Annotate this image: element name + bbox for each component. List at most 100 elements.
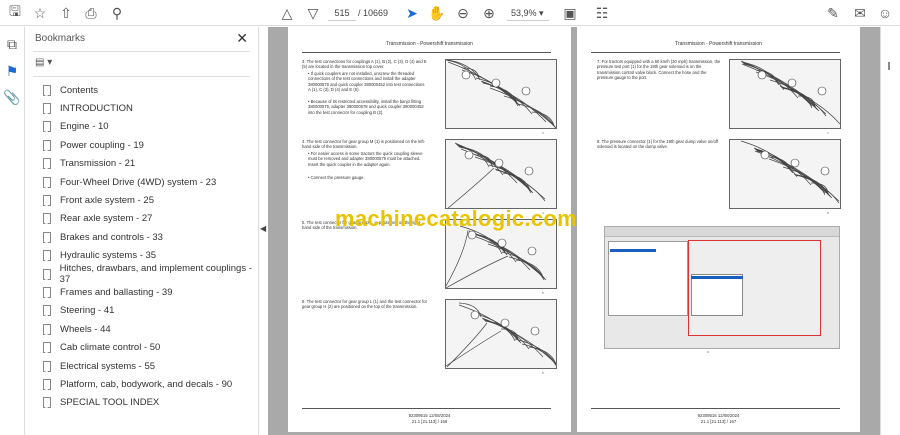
- account-icon[interactable]: ☺: [876, 4, 894, 22]
- navigation-icon-strip: ⧉ ⚑ 📎: [0, 27, 25, 435]
- bookmark-item[interactable]: Engine - 10: [43, 118, 254, 136]
- bookmark-label: Cab climate control - 50: [60, 342, 161, 354]
- fill-sign-icon[interactable]: ✎: [824, 4, 842, 22]
- figure-number: 4: [542, 211, 544, 215]
- line-art: [446, 60, 556, 128]
- bookmark-item[interactable]: Platform, cab, bodywork, and decals - 90: [43, 375, 254, 393]
- figure-number: 7: [827, 131, 829, 135]
- bookmark-list: Contents INTRODUCTION Engine - 10 Power cou…: [43, 81, 254, 412]
- zoom-in-button[interactable]: ⊕: [480, 4, 498, 22]
- bookmark-icon: [43, 305, 51, 317]
- line-art: [740, 140, 840, 204]
- bookmark-icon: [43, 158, 51, 170]
- step-8: 8. The pressure connector (1) for the 19…: [597, 139, 719, 150]
- next-page-button[interactable]: ▽: [304, 4, 322, 22]
- upload-cloud-icon[interactable]: ⇧: [57, 4, 75, 22]
- page-fit-icon[interactable]: ▣: [561, 4, 579, 22]
- zoom-out-button[interactable]: ⊖: [454, 4, 472, 22]
- bookmark-label: INTRODUCTION: [60, 103, 133, 115]
- bookmark-item[interactable]: INTRODUCTION: [43, 99, 254, 117]
- zoom-level-select[interactable]: 53,9% ▾: [507, 5, 549, 21]
- bookmark-label: Contents: [60, 84, 99, 96]
- bookmark-item[interactable]: Electrical systems - 55: [43, 357, 254, 375]
- step-3-bullet-1: • If quick couplers are not installed, u…: [308, 71, 425, 93]
- bookmark-label: Rear axle system - 27: [60, 213, 153, 225]
- bookmark-item[interactable]: Contents: [43, 81, 254, 99]
- bookmark-label: Wheels - 44: [60, 323, 111, 335]
- close-icon[interactable]: ✕: [236, 30, 248, 47]
- line-art: [446, 225, 547, 288]
- bookmark-item[interactable]: Hitches, drawbars, and implement couplin…: [43, 263, 254, 286]
- page-thumbnails-icon[interactable]: ⧉: [3, 35, 21, 53]
- bookmark-icon: [43, 378, 51, 390]
- zoom-value: 53,9%: [511, 8, 537, 18]
- scroll-thumb[interactable]: [888, 62, 890, 70]
- bookmark-options-button[interactable]: ▤ ▾: [35, 57, 52, 68]
- bookmark-label: Transmission - 21: [60, 158, 136, 170]
- print-icon[interactable]: ⎙: [82, 4, 100, 22]
- bookmark-item[interactable]: Transmission - 21: [43, 155, 254, 173]
- pdf-page-166: Transmission - Powershift transmission 3…: [288, 27, 571, 432]
- line-art: [447, 142, 546, 208]
- figure-image: [445, 219, 557, 289]
- prev-page-button[interactable]: △: [278, 4, 296, 22]
- bookmark-icon: [43, 176, 51, 188]
- bookmarks-panel: Bookmarks ✕ ▤ ▾ Contents INTRODUCTION Engi…: [25, 27, 259, 435]
- bookmark-label: Frames and ballasting - 39: [60, 286, 173, 298]
- pdf-page-167: Transmission - Powershift transmission 7…: [577, 27, 860, 432]
- collapse-panel-button[interactable]: ◀: [260, 224, 266, 233]
- vertical-scrollbar[interactable]: [880, 27, 900, 435]
- bookmark-label: Front axle system - 25: [60, 195, 154, 207]
- bookmark-item[interactable]: Brakes and controls - 33: [43, 228, 254, 246]
- figure-number: 5: [542, 291, 544, 295]
- divider: [33, 51, 250, 52]
- page-ref: 21.1 [21.113] / 166: [411, 418, 448, 424]
- toolbar: 🖫 ☆ ⇧ ⎙ ⚲ △ ▽ 515 / 10669 ➤ ✋ ⊖ ⊕ 53,9% …: [0, 0, 900, 26]
- bookmark-item[interactable]: Four-Wheel Drive (4WD) system - 23: [43, 173, 254, 191]
- bookmark-label: Engine - 10: [60, 121, 109, 133]
- header-rule: [591, 52, 840, 53]
- bookmarks-icon[interactable]: ⚑: [3, 62, 21, 80]
- software-screenshot-figure: [604, 226, 840, 349]
- header-rule: [302, 52, 551, 53]
- figure-image: [729, 59, 841, 129]
- bookmark-label: Electrical systems - 55: [60, 360, 156, 372]
- save-icon[interactable]: 🖫: [6, 3, 24, 22]
- bookmark-icon: [43, 121, 51, 133]
- step-4-bullet-1: • For easier access in some tractors the…: [308, 151, 423, 167]
- bookmark-item[interactable]: Steering - 41: [43, 302, 254, 320]
- hand-tool-icon[interactable]: ✋: [428, 4, 446, 22]
- step-4-bullet-2: • Connect the pressure gauge.: [308, 175, 365, 180]
- divider: [33, 76, 250, 77]
- figure-number: 6: [542, 371, 544, 375]
- bookmark-icon: [43, 84, 51, 96]
- bookmark-item[interactable]: Cab climate control - 50: [43, 338, 254, 356]
- email-icon[interactable]: ✉: [851, 4, 869, 22]
- bookmark-item[interactable]: SPECIAL TOOL INDEX: [43, 394, 254, 412]
- star-icon[interactable]: ☆: [31, 4, 49, 22]
- bookmark-item[interactable]: Front axle system - 25: [43, 191, 254, 209]
- bookmark-item[interactable]: Frames and ballasting - 39: [43, 283, 254, 301]
- step-7: 7. For tractors equipped with a 50 km/h …: [597, 59, 721, 81]
- page-number-input[interactable]: 515: [328, 5, 356, 21]
- bookmark-label: Hydraulic systems - 35: [60, 250, 157, 262]
- bookmark-icon: [43, 342, 51, 354]
- search-icon[interactable]: ⚲: [108, 4, 126, 22]
- page-header: Transmission - Powershift transmission: [386, 41, 473, 47]
- bookmark-item[interactable]: Rear axle system - 27: [43, 210, 254, 228]
- bookmark-label: SPECIAL TOOL INDEX: [60, 397, 160, 409]
- attachments-icon[interactable]: 📎: [3, 88, 21, 106]
- scroll-mode-icon[interactable]: ☷: [593, 4, 611, 22]
- bookmark-label: Power coupling - 19: [60, 139, 144, 151]
- step-4: 4. The test connector for gear group M (…: [302, 139, 426, 150]
- page-footer: 92309515 12/08/2024 21.1 [21.113] / 167: [577, 413, 860, 424]
- select-cursor-icon[interactable]: ➤: [403, 4, 421, 22]
- bookmark-label: Hitches, drawbars, and implement couplin…: [59, 263, 252, 286]
- bookmark-icon: [43, 250, 51, 262]
- bookmark-icon: [43, 103, 51, 115]
- bookmark-icon: [43, 268, 51, 280]
- bookmark-item[interactable]: Power coupling - 19: [43, 136, 254, 154]
- bookmark-item[interactable]: Wheels - 44: [43, 320, 254, 338]
- line-art: [740, 60, 840, 125]
- bookmark-icon: [43, 231, 51, 243]
